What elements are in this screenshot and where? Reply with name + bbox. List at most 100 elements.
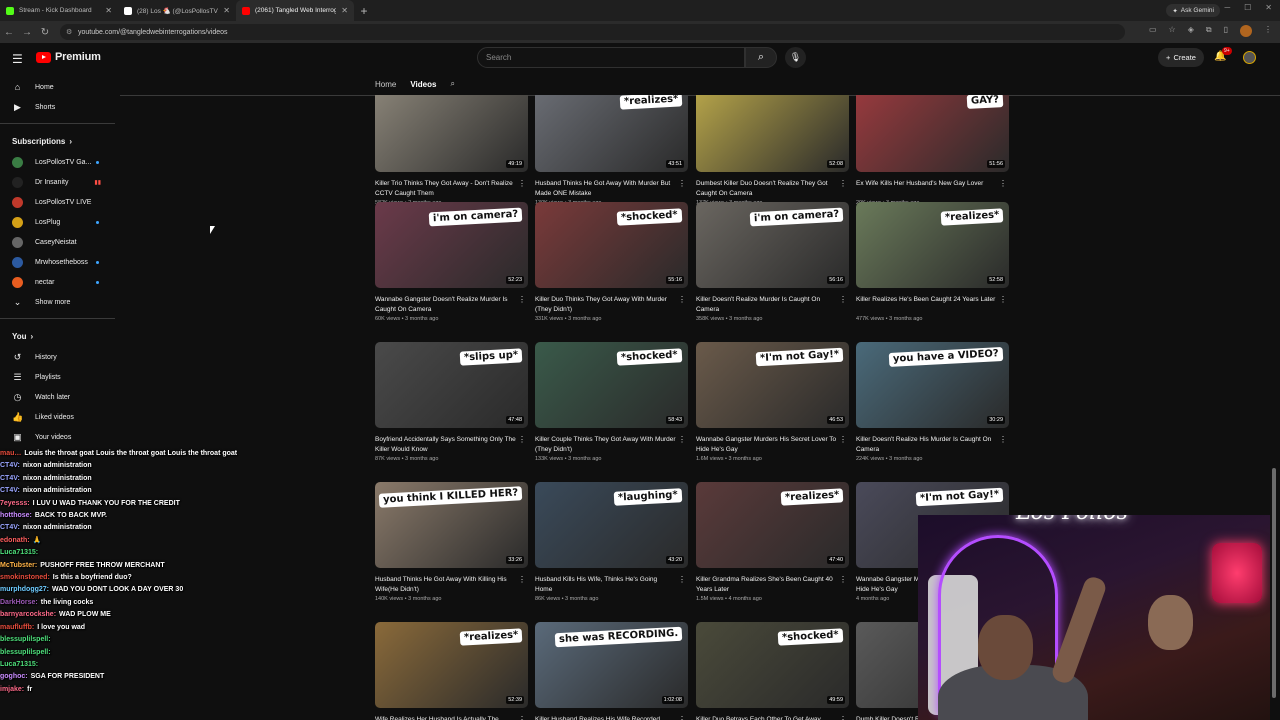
video-thumbnail[interactable]: i'm on camera? 56:16 <box>696 202 849 288</box>
reload-icon[interactable]: ↻ <box>36 27 54 38</box>
video-title[interactable]: Killer Duo Thinks They Got Away With Mur… <box>535 295 688 314</box>
maximize-icon[interactable]: ☐ <box>1244 3 1251 12</box>
video-title[interactable]: Wife Realizes Her Husband Is Actually Th… <box>375 715 528 720</box>
video-title[interactable]: Killer Doesn't Realize Murder Is Caught … <box>696 295 849 314</box>
menu-hamburger-icon[interactable]: ☰ <box>12 52 23 66</box>
video-options-icon[interactable]: ⋮ <box>999 295 1007 304</box>
extension-icon[interactable]: ◈ <box>1188 25 1194 37</box>
video-card[interactable]: *shocked* 49:59 Killer Duo Betrays Each Ot… <box>696 622 849 720</box>
video-title[interactable]: Killer Doesn't Realize His Murder Is Cau… <box>856 435 1009 454</box>
video-options-icon[interactable]: ⋮ <box>839 179 847 188</box>
sidepanel-icon[interactable]: ▯ <box>1224 25 1228 37</box>
video-options-icon[interactable]: ⋮ <box>518 435 526 444</box>
video-options-icon[interactable]: ⋮ <box>518 575 526 584</box>
sidebar-channel-item[interactable]: Dr Insanity ▮▮ <box>0 172 115 192</box>
sidebar-item-history[interactable]: ↺ History <box>0 347 115 367</box>
video-title[interactable]: Killer Grandma Realizes She's Been Caugh… <box>696 575 849 594</box>
video-thumbnail[interactable]: 52:08 <box>696 95 849 172</box>
video-card[interactable]: i'm on camera? 56:16 Killer Doesn't Realiz… <box>696 202 849 322</box>
video-options-icon[interactable]: ⋮ <box>839 575 847 584</box>
video-options-icon[interactable]: ⋮ <box>839 435 847 444</box>
video-options-icon[interactable]: ⋮ <box>678 295 686 304</box>
sidebar-item-liked-videos[interactable]: 👍 Liked videos <box>0 407 115 427</box>
voice-search-button[interactable]: 🎙 <box>785 47 806 68</box>
youtube-logo[interactable]: Premium <box>36 51 101 63</box>
sidebar-channel-item[interactable]: CaseyNeistat <box>0 232 115 252</box>
video-title[interactable]: Killer Husband Realizes His Wife Recorde… <box>535 715 688 720</box>
bookmark-star-icon[interactable]: ☆ <box>1169 25 1176 37</box>
video-title[interactable]: Killer Realizes He's Been Caught 24 Year… <box>856 295 1009 314</box>
sidebar-channel-item[interactable]: LosPollosTV Ga... <box>0 152 115 172</box>
sidebar-item-shorts[interactable]: ▶ Shorts <box>0 97 115 117</box>
sidebar-item-watch-later[interactable]: ◷ Watch later <box>0 387 115 407</box>
sidebar-you-header[interactable]: You › <box>0 325 115 347</box>
video-card[interactable]: *slips up* 47:48 Boyfriend Accidentally Sa… <box>375 342 528 462</box>
video-card[interactable]: *I'm not Gay!* 46:53 Wannabe Gangster Murd… <box>696 342 849 462</box>
video-options-icon[interactable]: ⋮ <box>518 295 526 304</box>
video-card[interactable]: i'm on camera? 52:23 Wannabe Gangster Does… <box>375 202 528 322</box>
cast-icon[interactable]: ▭ <box>1149 25 1157 37</box>
video-card[interactable]: GAY? 51:56 Ex Wife Kills Her Husband's New… <box>856 95 1009 206</box>
sidebar-item-playlists[interactable]: ☰ Playlists <box>0 367 115 387</box>
video-card[interactable]: you think I KILLED HER? 33:26 Husband Thin… <box>375 482 528 602</box>
video-card[interactable]: *shocked* 58:43 Killer Couple Thinks They … <box>535 342 688 462</box>
video-options-icon[interactable]: ⋮ <box>518 715 526 720</box>
video-card[interactable]: she was RECORDING. 1:02:08 Killer Husband … <box>535 622 688 720</box>
video-title[interactable]: Dumbest Killer Duo Doesn't Realize They … <box>696 179 849 198</box>
video-card[interactable]: *realizes* 52:39 Wife Realizes Her Husband… <box>375 622 528 720</box>
video-title[interactable]: Wannabe Gangster Murders His Secret Love… <box>696 435 849 454</box>
sidebar-channel-item[interactable]: LosPlug <box>0 212 115 232</box>
video-card[interactable]: 49:19 Killer Trio Thinks They Got Away - … <box>375 95 528 206</box>
tab-home[interactable]: Home <box>375 80 396 89</box>
sidebar-item-your-videos[interactable]: ▣ Your videos <box>0 427 115 447</box>
video-card[interactable]: you have a VIDEO? 30:29 Killer Doesn't Rea… <box>856 342 1009 462</box>
video-card[interactable]: *realizes* 47:40 Killer Grandma Realizes S… <box>696 482 849 602</box>
show-more-button[interactable]: ⌄ Show more <box>0 292 115 312</box>
video-options-icon[interactable]: ⋮ <box>518 179 526 188</box>
browser-tab[interactable]: Stream - Kick Dashboard ✕ <box>0 0 118 21</box>
video-title[interactable]: Husband Thinks He Got Away With Murder B… <box>535 179 688 198</box>
video-thumbnail[interactable]: *realizes* 52:39 <box>375 622 528 708</box>
tab-close-icon[interactable]: ✕ <box>223 6 230 15</box>
video-thumbnail[interactable]: *realizes* 52:58 <box>856 202 1009 288</box>
video-card[interactable]: 52:08 Dumbest Killer Duo Doesn't Realize … <box>696 95 849 206</box>
ask-gemini-button[interactable]: ✦ Ask Gemini <box>1166 4 1220 17</box>
video-title[interactable]: Killer Duo Betrays Each Other To Get Awa… <box>696 715 849 720</box>
video-thumbnail[interactable]: *realizes* 43:51 <box>535 95 688 172</box>
video-thumbnail[interactable]: *I'm not Gay!* 46:53 <box>696 342 849 428</box>
search-input[interactable]: Search <box>477 47 745 68</box>
video-card[interactable]: *shocked* 55:16 Killer Duo Thinks They Got… <box>535 202 688 322</box>
new-tab-button[interactable]: + <box>354 0 374 21</box>
video-thumbnail[interactable]: *shocked* 49:59 <box>696 622 849 708</box>
sidebar-channel-item[interactable]: nectar <box>0 272 115 292</box>
video-options-icon[interactable]: ⋮ <box>678 179 686 188</box>
video-card[interactable]: *realizes* 52:58 Killer Realizes He's Been… <box>856 202 1009 322</box>
video-title[interactable]: Husband Kills His Wife, Thinks He's Goin… <box>535 575 688 594</box>
forward-icon[interactable]: → <box>18 27 36 38</box>
video-options-icon[interactable]: ⋮ <box>839 715 847 720</box>
video-thumbnail[interactable]: *shocked* 58:43 <box>535 342 688 428</box>
sidebar-subscriptions-header[interactable]: Subscriptions › <box>0 130 115 152</box>
sidebar-channel-item[interactable]: Mrwhosetheboss <box>0 252 115 272</box>
url-field[interactable]: ⚙ youtube.com/@tangledwebinterrogations/… <box>60 24 1125 40</box>
video-options-icon[interactable]: ⋮ <box>678 575 686 584</box>
video-thumbnail[interactable]: i'm on camera? 52:23 <box>375 202 528 288</box>
account-avatar[interactable] <box>1243 51 1256 64</box>
extensions-puzzle-icon[interactable]: ⧉ <box>1206 25 1212 37</box>
video-thumbnail[interactable]: you think I KILLED HER? 33:26 <box>375 482 528 568</box>
sidebar-channel-item[interactable]: LosPollosTV LIVE <box>0 192 115 212</box>
tab-close-icon[interactable]: ✕ <box>341 6 348 15</box>
sidebar-item-home[interactable]: ⌂ Home <box>0 77 115 97</box>
video-title[interactable]: Killer Trio Thinks They Got Away - Don't… <box>375 179 528 198</box>
video-title[interactable]: Boyfriend Accidentally Says Something On… <box>375 435 528 454</box>
page-scrollbar[interactable] <box>1272 468 1276 698</box>
video-card[interactable]: *realizes* 43:51 Husband Thinks He Got Awa… <box>535 95 688 206</box>
search-button[interactable]: ⌕ <box>745 47 777 68</box>
close-window-icon[interactable]: ✕ <box>1265 3 1272 12</box>
video-options-icon[interactable]: ⋮ <box>999 435 1007 444</box>
video-thumbnail[interactable]: you have a VIDEO? 30:29 <box>856 342 1009 428</box>
video-options-icon[interactable]: ⋮ <box>678 715 686 720</box>
channel-search-icon[interactable]: ⌕ <box>450 79 454 89</box>
tab-videos[interactable]: Videos <box>410 80 436 89</box>
browser-tab[interactable]: (28) Los 🐔 (@LosPollosTV) / X ✕ <box>118 0 236 21</box>
